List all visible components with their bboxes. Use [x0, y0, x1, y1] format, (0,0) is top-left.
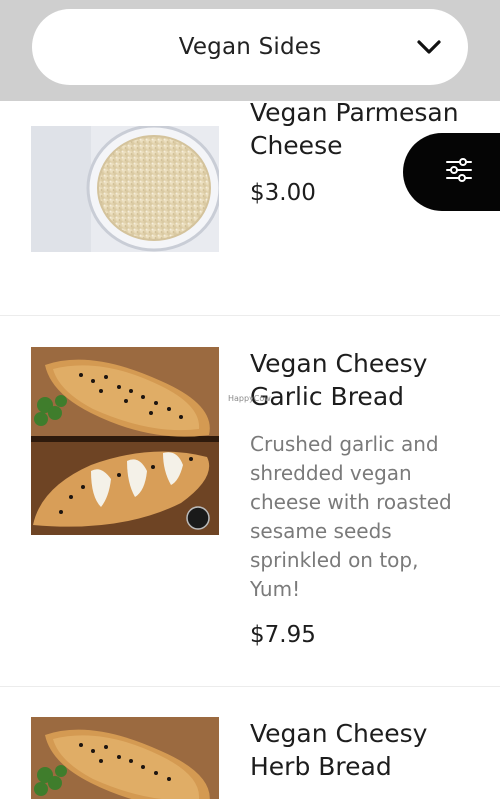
watermark: HappyCow	[228, 394, 271, 403]
category-dropdown[interactable]: Vegan Sides	[32, 9, 468, 85]
item-price: $7.95	[250, 622, 316, 648]
garlic-bread-photo[interactable]	[31, 347, 219, 535]
herb-bread-photo[interactable]	[31, 717, 219, 799]
item-description-line: sprinkled on top,	[250, 548, 419, 572]
item-description-line: cheese with roasted	[250, 490, 452, 514]
item-title: Vegan Cheesy Garlic Bread	[250, 347, 480, 413]
item-description-line: Crushed garlic and	[250, 432, 439, 456]
category-label: Vegan Sides	[178, 34, 322, 60]
chevron-down-icon	[416, 34, 442, 60]
item-title-line: Herb Bread	[250, 752, 392, 781]
item-description-line: shredded vegan	[250, 461, 412, 485]
parmesan-photo[interactable]	[31, 126, 219, 252]
item-description-line: Yum!	[250, 577, 301, 601]
divider	[0, 315, 500, 316]
top-bar: Vegan Sides	[0, 0, 500, 101]
item-description: Crushed garlic and shredded vegan cheese…	[250, 430, 475, 604]
item-title: Vegan Cheesy Herb Bread	[250, 717, 480, 783]
item-price: $3.00	[250, 180, 316, 206]
item-title-line: Vegan Cheesy	[250, 719, 428, 748]
item-title-line: Garlic Bread	[250, 382, 405, 411]
sliders-icon	[445, 156, 473, 188]
divider	[0, 686, 500, 687]
item-title-line: Vegan Cheesy	[250, 349, 428, 378]
filter-button[interactable]	[403, 133, 500, 211]
item-description-line: sesame seeds	[250, 519, 392, 543]
